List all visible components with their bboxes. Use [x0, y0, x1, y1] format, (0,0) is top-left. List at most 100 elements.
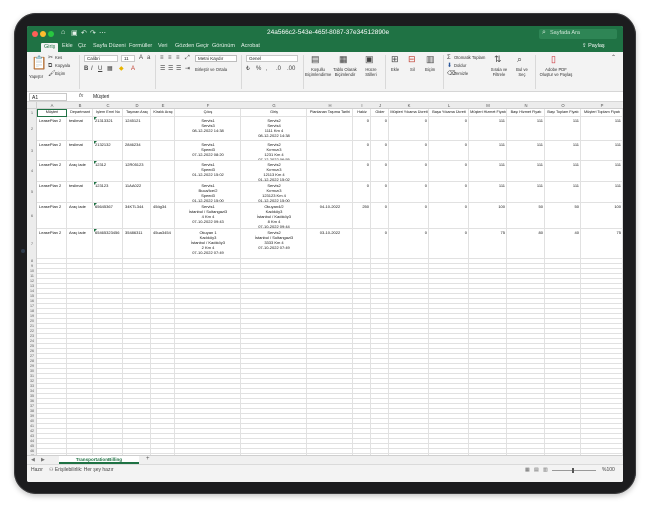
column-header-m[interactable]: M	[469, 103, 507, 108]
table-cell[interactable]: 0	[391, 142, 427, 160]
find-select-icon[interactable]: ⌕	[517, 55, 522, 64]
row-header[interactable]: 20	[27, 319, 37, 323]
tab-acrobat[interactable]: Acrobat	[241, 43, 260, 49]
column-header-k[interactable]: K	[389, 103, 429, 108]
row-header[interactable]: 37	[27, 404, 37, 408]
tab-ciz[interactable]: Çiz	[78, 43, 86, 49]
row-header[interactable]: 34	[27, 389, 37, 393]
table-cell[interactable]: teslimat	[69, 183, 91, 202]
normal-view-icon[interactable]: ▦	[525, 467, 530, 473]
table-cell[interactable]: Servis1 İstanbul / Sultangazi3 4 Km 4 07…	[177, 204, 239, 228]
table-cell[interactable]: 111	[509, 162, 543, 181]
table-cell[interactable]: 0	[391, 183, 427, 202]
row-header[interactable]: 14	[27, 289, 37, 293]
header-cell[interactable]: Planlanan Taşıma Tarihi	[308, 110, 352, 115]
format-as-table-label[interactable]: Tablo Olarak Biçimlendir	[332, 67, 358, 77]
table-cell[interactable]	[309, 142, 351, 160]
table-cell[interactable]: 111	[583, 183, 621, 202]
row-header[interactable]: 1	[27, 111, 37, 115]
table-cell[interactable]: 0	[391, 204, 427, 228]
percent-icon[interactable]: %	[256, 66, 261, 72]
number-as-text-indicator[interactable]	[94, 161, 97, 164]
table-cell[interactable]: 0	[373, 162, 387, 181]
table-cell[interactable]: Servis2 Kırmızı3 12113 Km 4 01-12-2022 1…	[243, 162, 305, 181]
clear-label[interactable]: Temizle	[454, 71, 468, 76]
row-header[interactable]: 33	[27, 384, 37, 388]
align-bottom-icon[interactable]: ≡	[176, 55, 180, 61]
table-cell[interactable]: 0	[391, 118, 427, 140]
format-cells-icon[interactable]: ▥	[426, 55, 435, 64]
prev-sheet-icon[interactable]: ◀	[31, 457, 35, 463]
indent-icon[interactable]: ⇥	[185, 66, 190, 72]
orientation-icon[interactable]: ⤢	[185, 55, 190, 61]
row-header[interactable]: 29	[27, 364, 37, 368]
underline-icon[interactable]: U	[98, 66, 102, 72]
column-header-p[interactable]: P	[581, 103, 623, 108]
row-header[interactable]: 44	[27, 439, 37, 443]
page-layout-icon[interactable]: ▤	[534, 467, 539, 473]
table-cell[interactable]: Servis1 Buca/Ice/2 Speed3 01-12-2022 15:…	[177, 183, 239, 202]
table-cell[interactable]: 1245121	[125, 118, 149, 140]
decrease-decimal-icon[interactable]: .00	[287, 66, 295, 72]
tab-giris[interactable]: Giriş	[41, 43, 59, 52]
table-cell[interactable]: LeasePlan 2	[39, 204, 65, 228]
accessibility-status[interactable]: ⚇ Erişilebilirlik: Her şey hazır	[49, 467, 114, 473]
copy-icon[interactable]: ⧉	[48, 63, 52, 69]
row-header[interactable]: 2	[27, 127, 37, 131]
cut-label[interactable]: Kes	[55, 55, 62, 60]
minimize-window-button[interactable]	[40, 31, 46, 37]
tab-veri[interactable]: Veri	[158, 43, 167, 49]
row-header[interactable]: 43	[27, 434, 37, 438]
font-size-select[interactable]: 11	[121, 55, 135, 62]
header-cell[interactable]: Departmant	[68, 110, 92, 115]
adobe-pdf-label[interactable]: Adobe PDF Oluştur ve Paylaş	[539, 67, 573, 77]
row-header[interactable]: 12	[27, 279, 37, 283]
table-cell[interactable]: 111	[471, 162, 505, 181]
row-header[interactable]: 6	[27, 214, 37, 218]
borders-icon[interactable]: ▦	[107, 66, 113, 72]
column-header-d[interactable]: D	[123, 103, 151, 108]
cell-styles-icon[interactable]: ▣	[365, 55, 374, 64]
table-cell[interactable]: 111	[509, 183, 543, 202]
table-cell[interactable]: 0	[431, 230, 467, 258]
header-cell[interactable]: Hakiz	[354, 110, 370, 115]
column-header-a[interactable]: A	[37, 103, 67, 108]
table-cell[interactable]	[153, 142, 173, 160]
row-header[interactable]: 19	[27, 314, 37, 318]
align-center-icon[interactable]: ☰	[168, 66, 173, 72]
table-cell[interactable]: 250	[355, 204, 369, 228]
table-cell[interactable]: 111	[547, 118, 579, 140]
header-cell[interactable]: İşlem Emri No	[94, 110, 122, 115]
table-cell[interactable]: 111	[583, 162, 621, 181]
align-middle-icon[interactable]: ≡	[168, 55, 172, 61]
table-cell[interactable]: Servis2 Servis4 1111 Km 4 08-12-2022 14:…	[243, 118, 305, 140]
find-select-label[interactable]: Bul ve Seç	[513, 67, 531, 77]
insert-cells-label[interactable]: Ekle	[391, 67, 399, 72]
table-cell[interactable]: 2846234	[125, 142, 149, 160]
select-all-corner[interactable]	[27, 102, 37, 109]
table-cell[interactable]: 0	[431, 118, 467, 140]
table-cell[interactable]	[309, 162, 351, 181]
row-header[interactable]: 7	[27, 242, 37, 246]
name-box[interactable]: A1	[29, 93, 67, 101]
table-cell[interactable]: 0	[431, 142, 467, 160]
row-header[interactable]: 24	[27, 339, 37, 343]
row-header[interactable]: 21	[27, 324, 37, 328]
row-header[interactable]: 28	[27, 359, 37, 363]
table-cell[interactable]	[355, 230, 369, 258]
table-cell[interactable]: LeasePlan 2	[39, 230, 65, 258]
row-header[interactable]: 42	[27, 429, 37, 433]
function-icon[interactable]: fx	[79, 93, 83, 99]
row-header[interactable]: 10	[27, 269, 37, 273]
row-header[interactable]: 27	[27, 354, 37, 358]
column-header-j[interactable]: J	[371, 103, 389, 108]
autosum-label[interactable]: Otomatik Toplam	[454, 55, 485, 60]
save-icon[interactable]: ▣	[71, 29, 78, 37]
row-header[interactable]: 18	[27, 309, 37, 313]
table-cell[interactable]: 45ua3454	[153, 230, 173, 258]
comma-style-icon[interactable]: ‚	[266, 66, 267, 72]
table-cell[interactable]: 111	[471, 118, 505, 140]
ribbon-collapse-icon[interactable]: ⌃	[611, 55, 616, 61]
table-cell[interactable]: 0	[355, 142, 369, 160]
header-cell[interactable]: Müşteri Toplam Fiyatı	[582, 110, 622, 115]
